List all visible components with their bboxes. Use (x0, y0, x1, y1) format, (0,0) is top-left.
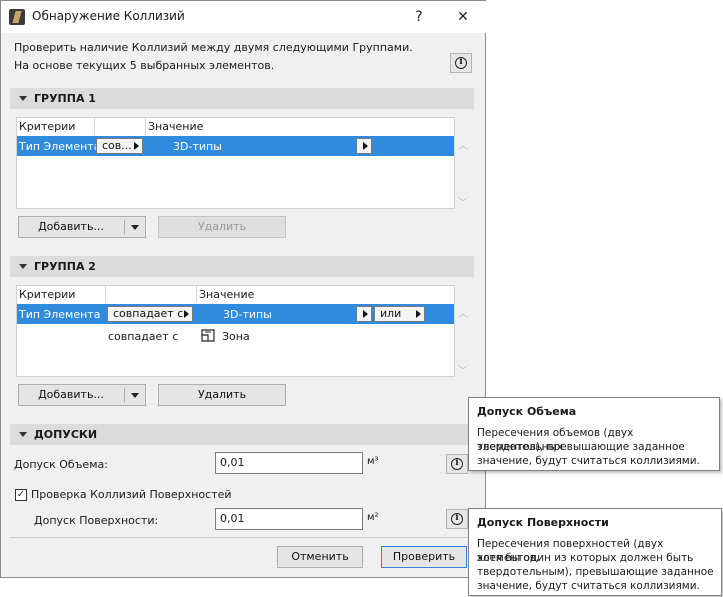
tooltip-title: Допуск Объема (477, 405, 577, 418)
popup-arrow-icon (184, 310, 189, 318)
volume-unit: м³ (367, 456, 379, 467)
help-button[interactable]: ? (399, 1, 439, 33)
group2-criteria-table: Критерии Значение Тип Элемента совпадает… (16, 285, 455, 377)
volume-info-button[interactable]: i (446, 454, 468, 474)
zone-icon (200, 328, 216, 343)
table-row[interactable]: совпадает с Зона (17, 326, 454, 346)
intro-info-button[interactable]: i (450, 53, 472, 73)
title-bar: Обнаружение Коллизий ? ✕ (1, 1, 487, 33)
scroll-up-icon[interactable]: ︿ (458, 137, 468, 152)
dropdown-arrow-icon (131, 225, 139, 230)
scroll-down-icon[interactable]: ﹀ (458, 362, 468, 377)
add-button-label: Добавить... (38, 388, 104, 401)
volume-tolerance-tooltip: Допуск Объема Пересечения объемов (двух … (468, 397, 720, 471)
surface-check-label: Проверка Коллизий Поверхностей (31, 488, 232, 501)
intro-line-2: На основе текущих 5 выбранных элементов. (14, 59, 275, 72)
row-value: Зона (222, 330, 250, 343)
operator-popup[interactable]: совпадает с (107, 306, 193, 322)
col-header-value: Значение (148, 120, 204, 133)
scroll-up-icon[interactable]: ︿ (458, 305, 468, 320)
operator-popup[interactable]: сов... (96, 138, 143, 154)
col-header-operator (106, 286, 197, 303)
collision-detection-dialog: Обнаружение Коллизий ? ✕ Проверить налич… (0, 0, 487, 578)
info-icon: i (451, 513, 463, 525)
group2-title: ГРУППА 2 (34, 260, 96, 273)
dropdown-arrow-icon (131, 393, 139, 398)
check-button[interactable]: Проверить (381, 546, 467, 568)
value-popup[interactable] (356, 306, 372, 322)
col-header-operator (95, 118, 146, 135)
row-value: 3D-типы (223, 308, 272, 321)
tooltip-line: элементов), превышающие заданное (477, 441, 685, 453)
footer-divider (10, 537, 476, 538)
group2-section-header[interactable]: ГРУППА 2 (10, 256, 474, 277)
info-icon: i (455, 57, 467, 69)
group2-add-button[interactable]: Добавить... (18, 384, 146, 406)
tooltip-line: значение, будут считаться коллизиями. (477, 455, 700, 467)
cancel-button[interactable]: Отменить (277, 546, 363, 568)
group1-criteria-table: Критерии Значение Тип Элемента сов... 3D… (16, 117, 455, 209)
row-criteria: Тип Элемента (19, 308, 101, 321)
window-title: Обнаружение Коллизий (32, 9, 185, 23)
tooltip-line: значение, будут считаться коллизиями. (477, 580, 700, 592)
value-popup[interactable] (356, 138, 372, 154)
logic-label: или (380, 307, 402, 320)
table-row[interactable]: Тип Элемента совпадает с 3D-типы или (17, 304, 454, 324)
row-value: 3D-типы (173, 140, 222, 153)
collapse-triangle-icon (19, 96, 27, 101)
close-icon: ✕ (457, 9, 469, 25)
table-row[interactable]: Тип Элемента сов... 3D-типы (17, 136, 454, 156)
col-header-criteria: Критерии (17, 118, 95, 135)
volume-tolerance-label: Допуск Объема: (14, 458, 108, 471)
tolerances-section-header[interactable]: ДОПУСКИ (10, 424, 474, 445)
group1-title: ГРУППА 1 (34, 92, 96, 105)
tooltip-line: хотя бы один из которых должен быть (477, 552, 694, 564)
close-button[interactable]: ✕ (443, 1, 483, 33)
col-header-criteria: Критерии (17, 286, 106, 303)
surface-tolerance-input[interactable]: 0,01 (215, 508, 363, 530)
group1-section-header[interactable]: ГРУППА 1 (10, 88, 474, 109)
col-header-value: Значение (199, 288, 255, 301)
tolerances-title: ДОПУСКИ (34, 428, 98, 441)
popup-arrow-icon (363, 310, 368, 318)
row-operator: совпадает с (108, 330, 179, 343)
popup-arrow-icon (416, 310, 421, 318)
surface-tolerance-tooltip: Допуск Поверхности Пересечения поверхнос… (468, 508, 722, 596)
popup-arrow-icon (363, 142, 368, 150)
app-icon (9, 9, 25, 25)
surface-tolerance-label: Допуск Поверхности: (34, 514, 159, 527)
surface-info-button[interactable]: i (446, 509, 468, 529)
collapse-triangle-icon (19, 432, 27, 437)
scroll-down-icon[interactable]: ﹀ (458, 194, 468, 209)
volume-tolerance-input[interactable]: 0,01 (215, 452, 363, 474)
operator-label: сов... (102, 139, 132, 152)
info-icon: i (451, 458, 463, 470)
intro-line-1: Проверить наличие Коллизий между двумя с… (14, 41, 413, 54)
row-criteria: Тип Элемента (19, 140, 101, 153)
surface-check-checkbox[interactable]: ✓ (15, 489, 27, 501)
tooltip-title: Допуск Поверхности (477, 516, 609, 529)
logic-popup[interactable]: или (374, 306, 425, 322)
operator-label: совпадает с (113, 307, 184, 320)
split-divider (124, 220, 125, 234)
group1-add-button[interactable]: Добавить... (18, 216, 146, 238)
group1-delete-button[interactable]: Удалить (158, 216, 286, 238)
split-divider (124, 388, 125, 402)
tooltip-line: твердотельным), превышающие заданное (477, 566, 714, 578)
collapse-triangle-icon (19, 264, 27, 269)
popup-arrow-icon (134, 142, 139, 150)
surface-unit: м² (367, 512, 379, 523)
group2-delete-button[interactable]: Удалить (158, 384, 286, 406)
add-button-label: Добавить... (38, 220, 104, 233)
